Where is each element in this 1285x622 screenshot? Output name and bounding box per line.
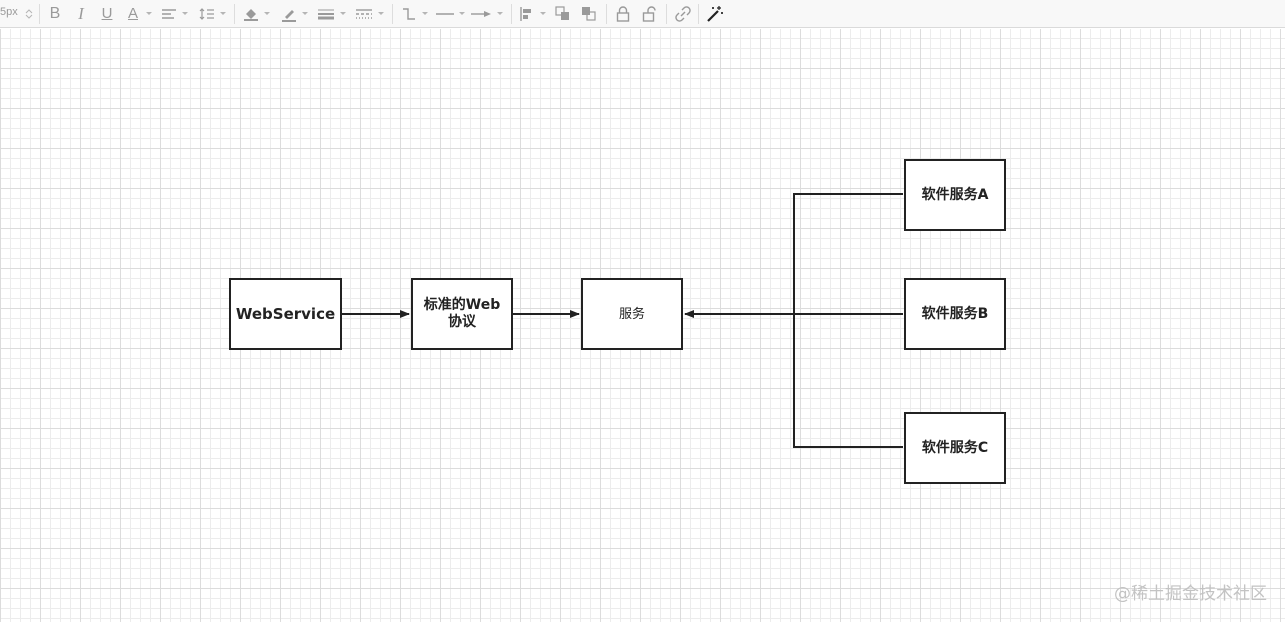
node-service-a[interactable]: 软件服务A (904, 159, 1006, 231)
node-label: 软件服务C (921, 439, 989, 456)
node-label: 标准的Web 协议 (423, 297, 501, 330)
node-label: 软件服务A (921, 186, 989, 203)
node-service-c[interactable]: 软件服务C (904, 412, 1006, 484)
watermark: @稀土掘金技术社区 (1114, 584, 1267, 604)
node-label: WebService (235, 304, 336, 323)
node-label: 软件服务B (921, 305, 989, 322)
node-service[interactable]: 服务 (581, 278, 683, 350)
edge-bus-a-c[interactable] (793, 193, 903, 448)
node-webservice[interactable]: WebService (229, 278, 342, 350)
node-label: 服务 (618, 306, 645, 322)
node-web-protocol[interactable]: 标准的Web 协议 (411, 278, 513, 350)
node-service-b[interactable]: 软件服务B (904, 278, 1006, 350)
